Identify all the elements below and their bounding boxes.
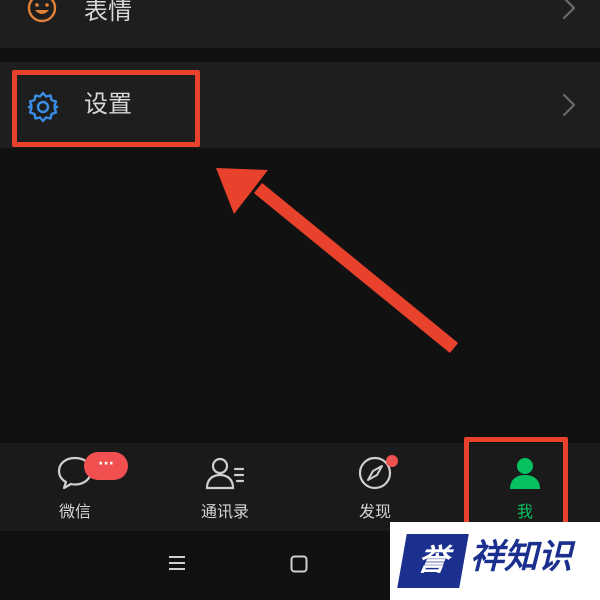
unread-badge: ··· xyxy=(84,452,128,480)
screen: 表情 设置 微信 通讯录 发现 我 ··· 誉 祥知识 xyxy=(0,0,600,600)
watermark-mark: 誉 xyxy=(397,534,469,588)
watermark-logo: 誉 祥知识 xyxy=(390,522,600,600)
tab-chats[interactable]: 微信 xyxy=(0,443,150,531)
menu-icon[interactable] xyxy=(168,555,186,575)
watermark-text: 祥知识 xyxy=(470,537,572,577)
home-icon[interactable] xyxy=(290,555,308,577)
tab-contacts[interactable]: 通讯录 xyxy=(150,443,300,531)
tab-discover[interactable]: 发现 xyxy=(300,443,450,531)
highlight-box-me xyxy=(464,437,568,527)
notification-dot xyxy=(386,455,398,467)
contacts-icon xyxy=(204,455,246,495)
tab-label: 发现 xyxy=(358,502,391,521)
tab-label: 通讯录 xyxy=(200,502,249,521)
tab-label: 微信 xyxy=(58,502,91,521)
